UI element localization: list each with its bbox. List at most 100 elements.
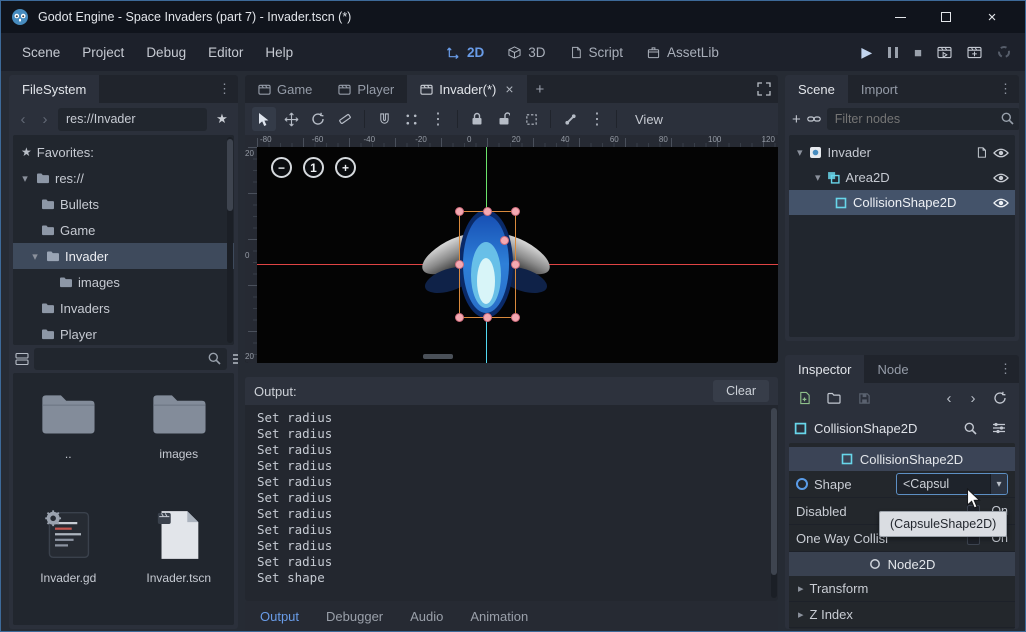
selection-handle[interactable] <box>455 260 464 269</box>
expand-viewport-icon[interactable] <box>757 82 771 96</box>
category-node2d[interactable]: Node2D <box>789 552 1015 576</box>
tree-row-player[interactable]: Player <box>13 321 234 345</box>
clear-button[interactable]: Clear <box>713 380 769 402</box>
unlock-icon[interactable] <box>492 107 516 131</box>
category-collisionshape2d[interactable]: CollisionShape2D <box>789 447 1015 471</box>
workspace-3d-button[interactable]: 3D <box>508 45 545 60</box>
history-back-button[interactable]: ‹ <box>941 390 957 407</box>
tab-import[interactable]: Import <box>848 75 911 103</box>
move-tool[interactable] <box>279 107 303 131</box>
maximize-button[interactable] <box>923 1 969 33</box>
selection-handle[interactable] <box>483 313 492 322</box>
file-item-images[interactable]: images <box>124 381 235 499</box>
tab-node[interactable]: Node <box>864 355 921 383</box>
file-item-parent[interactable]: .. <box>13 381 124 499</box>
lock-icon[interactable] <box>465 107 489 131</box>
group-icon[interactable] <box>519 107 543 131</box>
scene-tab-game[interactable]: Game <box>245 75 325 103</box>
close-button[interactable]: × <box>969 1 1015 33</box>
workspace-assetlib-button[interactable]: AssetLib <box>647 45 719 60</box>
tree-row-invaders[interactable]: Invaders <box>13 295 234 321</box>
tree-row-game[interactable]: Game <box>13 217 234 243</box>
bottom-tab-audio[interactable]: Audio <box>410 609 443 624</box>
object-history-button[interactable] <box>989 387 1011 409</box>
filter-nodes-input[interactable] <box>827 112 1019 126</box>
pause-button[interactable] <box>887 47 899 58</box>
selection-handle[interactable] <box>511 313 520 322</box>
stop-button[interactable]: ■ <box>914 45 922 60</box>
search-properties-icon[interactable] <box>959 417 981 439</box>
nav-back-button[interactable]: ‹ <box>14 111 32 128</box>
grid-snap-icon[interactable] <box>399 107 423 131</box>
tab-close-icon[interactable]: × <box>505 81 513 97</box>
breadcrumb[interactable]: res://Invader <box>58 108 207 131</box>
bottom-tab-animation[interactable]: Animation <box>470 609 528 624</box>
expand-icon[interactable]: ▾ <box>797 146 803 159</box>
viewport-canvas[interactable]: − 1 + <box>257 147 778 363</box>
expand-icon[interactable]: ▾ <box>815 171 821 184</box>
play-scene-button[interactable] <box>937 46 952 59</box>
add-node-button[interactable]: + <box>792 108 801 130</box>
smart-snap-icon[interactable] <box>372 107 396 131</box>
minimize-button[interactable] <box>877 1 923 33</box>
selection-handle[interactable] <box>511 207 520 216</box>
view-menu-button[interactable]: View <box>624 107 674 131</box>
expand-icon[interactable]: ▾ <box>29 250 41 263</box>
workspace-2d-button[interactable]: 2D <box>447 45 484 60</box>
rotate-tool[interactable] <box>306 107 330 131</box>
script-icon[interactable] <box>976 146 987 159</box>
workspace-script-button[interactable]: Script <box>570 45 624 60</box>
zoom-in-button[interactable]: + <box>335 157 356 178</box>
play-custom-scene-button[interactable] <box>967 46 982 59</box>
nav-forward-button[interactable]: › <box>36 111 54 128</box>
inspector-tools-icon[interactable] <box>988 417 1010 439</box>
dock-options-icon[interactable]: ⋮ <box>999 361 1012 377</box>
expand-icon[interactable]: ▾ <box>19 172 31 185</box>
select-tool[interactable] <box>252 107 276 131</box>
tab-filesystem[interactable]: FileSystem <box>9 75 99 103</box>
history-forward-button[interactable]: › <box>965 390 981 407</box>
menu-help[interactable]: Help <box>254 39 304 66</box>
file-item-invader-tscn[interactable]: Invader.tscn <box>124 499 235 617</box>
canvas-hscrollbar[interactable] <box>423 354 453 359</box>
bottom-tab-output[interactable]: Output <box>260 609 299 624</box>
group-transform[interactable]: ▸ Transform <box>789 576 1015 602</box>
menu-editor[interactable]: Editor <box>197 39 254 66</box>
save-resource-button[interactable] <box>853 387 875 409</box>
menu-scene[interactable]: Scene <box>11 39 71 66</box>
ruler-tool[interactable] <box>333 107 357 131</box>
tab-scene[interactable]: Scene <box>785 75 848 103</box>
dock-options-icon[interactable]: ⋮ <box>999 81 1012 97</box>
tab-inspector[interactable]: Inspector <box>785 355 864 383</box>
instance-scene-button[interactable] <box>807 108 821 130</box>
selection-handle[interactable] <box>483 207 492 216</box>
zoom-reset-button[interactable]: 1 <box>303 157 324 178</box>
list-mode-button[interactable] <box>232 348 238 370</box>
tree-row-favorites[interactable]: ★ Favorites: <box>13 139 234 165</box>
selection-handle[interactable] <box>511 260 520 269</box>
selection-handle[interactable] <box>455 207 464 216</box>
filesystem-search-input[interactable] <box>34 352 227 366</box>
zoom-out-button[interactable]: − <box>271 157 292 178</box>
group-z-index[interactable]: ▸ Z Index <box>789 602 1015 628</box>
file-item-invader-gd[interactable]: Invader.gd <box>13 499 124 617</box>
menu-debug[interactable]: Debug <box>135 39 197 66</box>
dock-options-icon[interactable]: ⋮ <box>218 81 231 97</box>
scene-node-collisionshape2d[interactable]: CollisionShape2D <box>789 190 1015 215</box>
selection-handle[interactable] <box>455 313 464 322</box>
scene-node-invader[interactable]: ▾ Invader <box>789 140 1015 165</box>
tree-scrollbar[interactable] <box>227 137 233 343</box>
visibility-eye-icon[interactable] <box>993 197 1009 209</box>
bottom-tab-debugger[interactable]: Debugger <box>326 609 383 624</box>
load-resource-button[interactable] <box>823 387 845 409</box>
visibility-eye-icon[interactable] <box>993 147 1009 159</box>
dropdown-arrow-icon[interactable]: ▾ <box>990 474 1007 494</box>
new-scene-tab-button[interactable]: + <box>527 75 554 103</box>
split-mode-button[interactable] <box>15 348 29 370</box>
tree-row-invader[interactable]: ▾ Invader <box>13 243 234 269</box>
menu-project[interactable]: Project <box>71 39 135 66</box>
visibility-eye-icon[interactable] <box>993 172 1009 184</box>
tree-row-bullets[interactable]: Bullets <box>13 191 234 217</box>
skeleton-options-button[interactable]: ⋮ <box>585 107 609 131</box>
skeleton-icon[interactable] <box>558 107 582 131</box>
